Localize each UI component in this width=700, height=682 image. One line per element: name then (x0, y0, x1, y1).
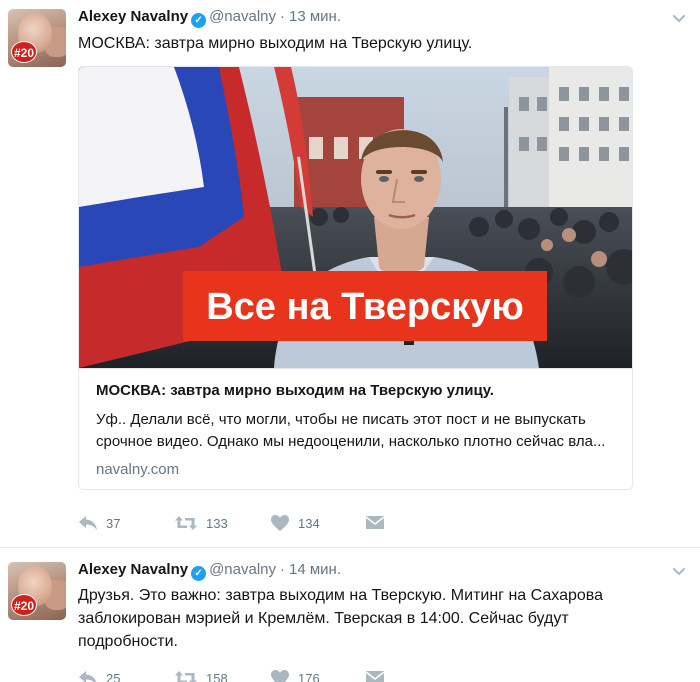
tweet-header: Alexey Navalny ✓ @navalny · 14 мин. (78, 560, 341, 581)
author-name[interactable]: Alexey Navalny (78, 561, 188, 578)
tweet-actions: 37 133 134 (78, 511, 408, 535)
reply-icon (79, 671, 97, 682)
timestamp[interactable]: 13 мин. (289, 8, 341, 25)
heart-icon (271, 670, 289, 682)
author-name[interactable]: Alexey Navalny (78, 8, 188, 25)
heart-icon (271, 515, 289, 531)
reply-button[interactable]: 25 (78, 666, 120, 682)
link-card[interactable]: Все на Тверскую МОСКВА: завтра мирно вых… (78, 66, 633, 490)
verified-badge-icon: ✓ (191, 566, 207, 581)
like-count: 176 (298, 670, 320, 682)
tweet-header: Alexey Navalny ✓ @navalny · 13 мин. (78, 7, 341, 28)
avatar-badge: #20 (11, 41, 37, 63)
direct-message-button[interactable] (365, 666, 385, 682)
chevron-down-icon[interactable] (672, 567, 686, 577)
separator-dot: · (280, 561, 286, 578)
card-banner-text: Все на Тверскую (206, 286, 524, 328)
author-handle[interactable]: @navalny (209, 561, 276, 578)
chevron-down-icon[interactable] (672, 14, 686, 24)
separator-dot: · (280, 8, 286, 25)
direct-message-icon (365, 671, 385, 682)
avatar[interactable]: #20 (8, 562, 66, 620)
retweet-button[interactable]: 158 (174, 666, 228, 682)
tweet[interactable]: #20 Alexey Navalny ✓ @navalny · 14 мин. Друз… (0, 549, 700, 682)
reply-icon (79, 516, 97, 530)
like-button[interactable]: 134 (270, 511, 320, 535)
avatar-badge: #20 (11, 594, 37, 616)
retweet-count: 158 (206, 670, 228, 682)
tweet-text: Друзья. Это важно: завтра выходим на Тве… (78, 587, 603, 650)
retweet-icon (175, 516, 197, 530)
card-title[interactable]: МОСКВА: завтра мирно выходим на Тверскую… (96, 381, 494, 401)
avatar[interactable]: #20 (8, 9, 66, 67)
reply-count: 25 (106, 670, 121, 682)
retweet-button[interactable]: 133 (174, 511, 228, 535)
tweet-text: МОСКВА: завтра мирно выходим на Тверскую… (78, 35, 473, 52)
retweet-icon (175, 671, 197, 682)
timestamp[interactable]: 14 мин. (289, 561, 341, 578)
verified-badge-icon: ✓ (191, 13, 207, 28)
card-image[interactable]: Все на Тверскую (79, 67, 632, 368)
direct-message-icon (365, 516, 385, 529)
card-domain[interactable]: navalny.com (96, 461, 179, 478)
tweet-actions: 25 158 176 (78, 666, 408, 682)
tweet[interactable]: #20 Alexey Navalny ✓ @navalny · 13 мин. МОСК… (0, 0, 700, 548)
like-count: 134 (298, 515, 320, 531)
author-handle[interactable]: @navalny (209, 8, 276, 25)
direct-message-button[interactable] (365, 511, 385, 535)
retweet-count: 133 (206, 515, 228, 531)
reply-count: 37 (106, 515, 121, 531)
like-button[interactable]: 176 (270, 666, 320, 682)
card-body[interactable]: МОСКВА: завтра мирно выходим на Тверскую… (79, 368, 632, 489)
card-description: Уф.. Делали всё, что могли, чтобы не пис… (96, 411, 606, 450)
reply-button[interactable]: 37 (78, 511, 120, 535)
